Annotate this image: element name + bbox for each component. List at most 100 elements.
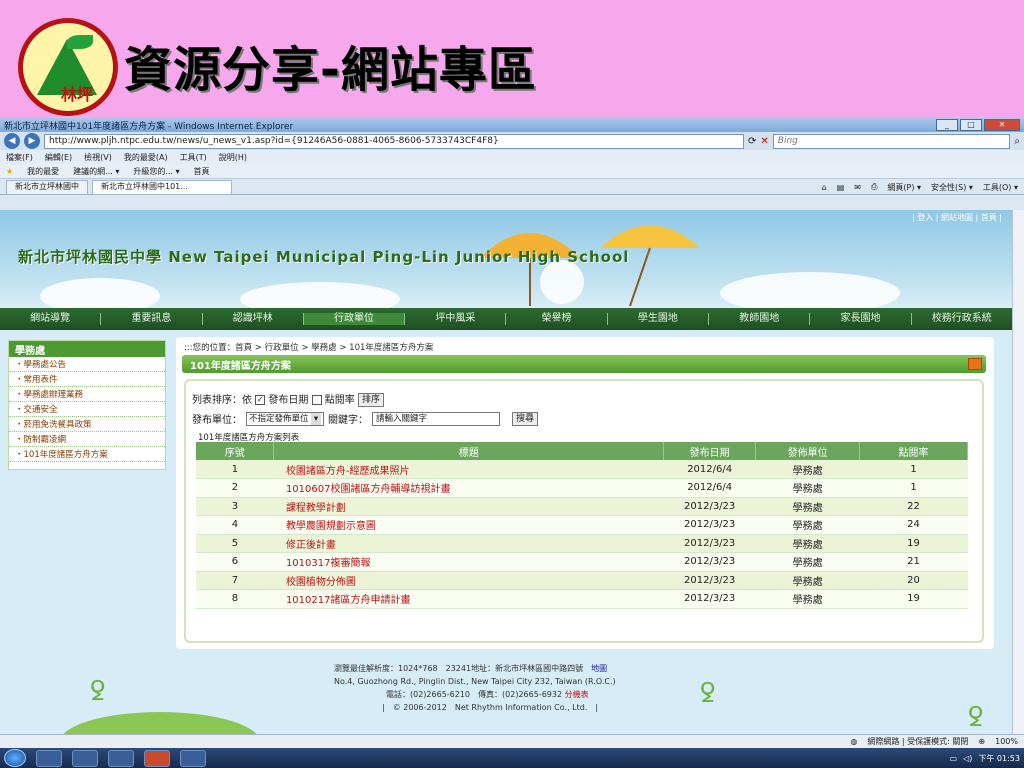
forward-arrow-icon[interactable]: ▶ [24, 133, 40, 149]
filter-row: 發布單位： 不指定發佈單位 關鍵字： 請輸入關鍵字 搜尋 [192, 411, 539, 426]
row-title-link[interactable]: 校園諸區方舟-經歷成果照片 [273, 460, 664, 479]
nav-gallery[interactable]: 坪中風采 [405, 313, 507, 325]
safety-menu[interactable]: 安全性(S) ▾ [931, 182, 973, 193]
row-unit: 學務處 [755, 478, 860, 498]
menu-file[interactable]: 檔案(F) [6, 152, 33, 163]
row-unit: 學務處 [755, 571, 860, 590]
swirl-decoration: ꝿ [700, 679, 716, 709]
sidebar-item-announcements[interactable]: ・學務處公告 [9, 357, 165, 372]
extension-link[interactable]: 分機表 [565, 690, 589, 699]
feeds-icon[interactable]: ▤ [837, 183, 845, 192]
suggested-sites-link[interactable]: 建議的網... ▾ [73, 166, 119, 177]
table-row: 7 校園植物分佈圖 2012/3/23 學務處 20 [196, 571, 968, 590]
rss-icon[interactable] [968, 358, 982, 370]
table-header-row: 序號 標題 發布日期 發佈單位 點閱率 [196, 442, 968, 460]
menu-favorites[interactable]: 我的最愛(A) [124, 152, 168, 163]
home-link[interactable]: 首頁 [194, 166, 210, 177]
map-link[interactable]: 地圖 [591, 664, 607, 673]
tab-school-home[interactable]: 新北市立坪林國中 [6, 180, 88, 194]
globe-icon: ◍ [850, 737, 858, 746]
powerpoint-taskbar-icon[interactable] [144, 749, 170, 767]
paint-taskbar-icon[interactable] [180, 749, 206, 767]
logo-text: 林坪 [61, 85, 94, 104]
table-row: 6 1010317複審簡報 2012/3/23 學務處 21 [196, 552, 968, 572]
print-icon[interactable]: ⎙ [871, 182, 877, 192]
page-menu[interactable]: 網頁(P) ▾ [887, 182, 921, 193]
search-icon[interactable]: ⌕ [1014, 136, 1020, 147]
tab-current-page[interactable]: 新北市立坪林國中101... [92, 180, 232, 194]
row-title-link[interactable]: 校園植物分佈圖 [273, 571, 664, 590]
row-clicks: 24 [859, 515, 968, 535]
row-title-link[interactable]: 修正後計畫 [273, 534, 664, 553]
sidebar-item-traffic-safety[interactable]: ・交通安全 [9, 402, 165, 417]
menu-help[interactable]: 說明(H) [219, 152, 247, 163]
sidebar-heading: 學務處 [9, 341, 165, 357]
refresh-icon[interactable]: ⟳ [748, 136, 756, 147]
network-icon[interactable]: ▭ [950, 754, 958, 763]
minimize-button[interactable]: _ [936, 119, 958, 131]
col-header-date: 發布日期 [663, 442, 757, 460]
upgrade-link[interactable]: 升級您的... ▾ [133, 166, 179, 177]
nav-students[interactable]: 學生園地 [608, 313, 710, 325]
menu-edit[interactable]: 編輯(E) [45, 152, 72, 163]
row-title-link[interactable]: 教學農園規劃示意圖 [273, 515, 664, 535]
menu-view[interactable]: 檢視(V) [84, 152, 112, 163]
sidebar-item-ark-project[interactable]: ・101年度諸區方舟方案 [9, 447, 165, 462]
row-unit: 學務處 [755, 534, 860, 553]
menu-tools[interactable]: 工具(T) [180, 152, 207, 163]
sort-date-checkbox[interactable]: ✓ [255, 395, 266, 405]
nav-admin-system[interactable]: 校務行政系統 [912, 313, 1012, 325]
row-title-link[interactable]: 課程教學計劃 [273, 497, 664, 516]
sidebar-item-forms[interactable]: ・常用表件 [9, 372, 165, 387]
start-orb-icon[interactable] [4, 749, 26, 767]
maximize-button[interactable]: □ [960, 119, 982, 131]
mail-icon[interactable]: ✉ [854, 183, 861, 192]
folder-taskbar-icon[interactable] [108, 749, 134, 767]
row-title-link[interactable]: 1010607校園諸區方舟輔導訪視計畫 [273, 478, 664, 498]
row-title-link[interactable]: 1010217諸區方舟申請計畫 [273, 589, 664, 609]
explorer-taskbar-icon[interactable] [72, 749, 98, 767]
clock[interactable]: 下午 01:53 [978, 753, 1020, 764]
stop-icon[interactable]: ✕ [760, 136, 768, 147]
vertical-scrollbar[interactable] [1012, 210, 1024, 734]
search-input[interactable]: Bing [772, 133, 1011, 149]
zoom-icon[interactable]: ⊕ [978, 737, 985, 746]
home-icon[interactable]: ⌂ [822, 183, 827, 192]
sort-button[interactable]: 排序 [357, 393, 384, 407]
star-icon[interactable]: ★ [6, 167, 13, 176]
volume-icon[interactable]: ◁) [963, 754, 972, 763]
sidebar-item-services[interactable]: ・學務處辦理業務 [9, 387, 165, 402]
hill-decoration [60, 712, 260, 734]
search-button[interactable]: 搜尋 [512, 411, 539, 426]
row-date: 2012/3/23 [663, 552, 756, 572]
unit-select[interactable]: 不指定發佈單位 [246, 411, 324, 426]
favorites-bar: ★ 我的最愛 建議的網... ▾ 升級您的... ▾ 首頁 [0, 164, 1024, 179]
tools-menu[interactable]: 工具(O) ▾ [983, 182, 1018, 193]
nav-honors[interactable]: 榮譽榜 [506, 313, 608, 325]
close-button[interactable]: ✕ [984, 119, 1020, 131]
sidebar-item-tableware-policy[interactable]: ・菸用免洗餐具政策 [9, 417, 165, 432]
favorites-button[interactable]: 我的最愛 [27, 166, 59, 177]
nav-teachers[interactable]: 教師園地 [709, 313, 811, 325]
nav-site-guide[interactable]: 網站導覽 [0, 313, 102, 325]
row-title-link[interactable]: 1010317複審簡報 [273, 552, 664, 572]
table-row: 3 課程教學計劃 2012/3/23 學務處 22 [196, 497, 968, 516]
back-arrow-icon[interactable]: ◀ [4, 133, 20, 149]
zoom-level[interactable]: 100% [995, 737, 1018, 746]
sort-clicks-checkbox[interactable] [311, 395, 322, 405]
nav-parents[interactable]: 家長園地 [810, 313, 912, 325]
nav-about[interactable]: 認識坪林 [203, 313, 304, 325]
keyword-input[interactable]: 請輸入關鍵字 [372, 411, 500, 426]
top-links[interactable]: | 登入 | 網站地圖 | 首頁 | [912, 212, 1002, 223]
table-row: 4 教學農園規劃示意圖 2012/3/23 學務處 24 [196, 515, 968, 535]
sort-label: 列表排序：依 [192, 395, 252, 406]
nav-admin-units[interactable]: 行政單位 [303, 313, 406, 325]
swirl-decoration: ꝿ [90, 677, 106, 707]
system-tray: ▭ ◁) 下午 01:53 [950, 753, 1020, 764]
sidebar-item-anti-bullying[interactable]: ・防制霸凌網 [9, 432, 165, 447]
ie-taskbar-icon[interactable] [36, 749, 62, 767]
slide-title: 資源分享-網站專區 [124, 42, 537, 98]
table-row: 1 校園諸區方舟-經歷成果照片 2012/6/4 學務處 1 [196, 460, 968, 479]
nav-news[interactable]: 重要訊息 [101, 313, 203, 325]
address-input[interactable]: http://www.pljh.ntpc.edu.tw/news/u_news_… [44, 133, 744, 149]
